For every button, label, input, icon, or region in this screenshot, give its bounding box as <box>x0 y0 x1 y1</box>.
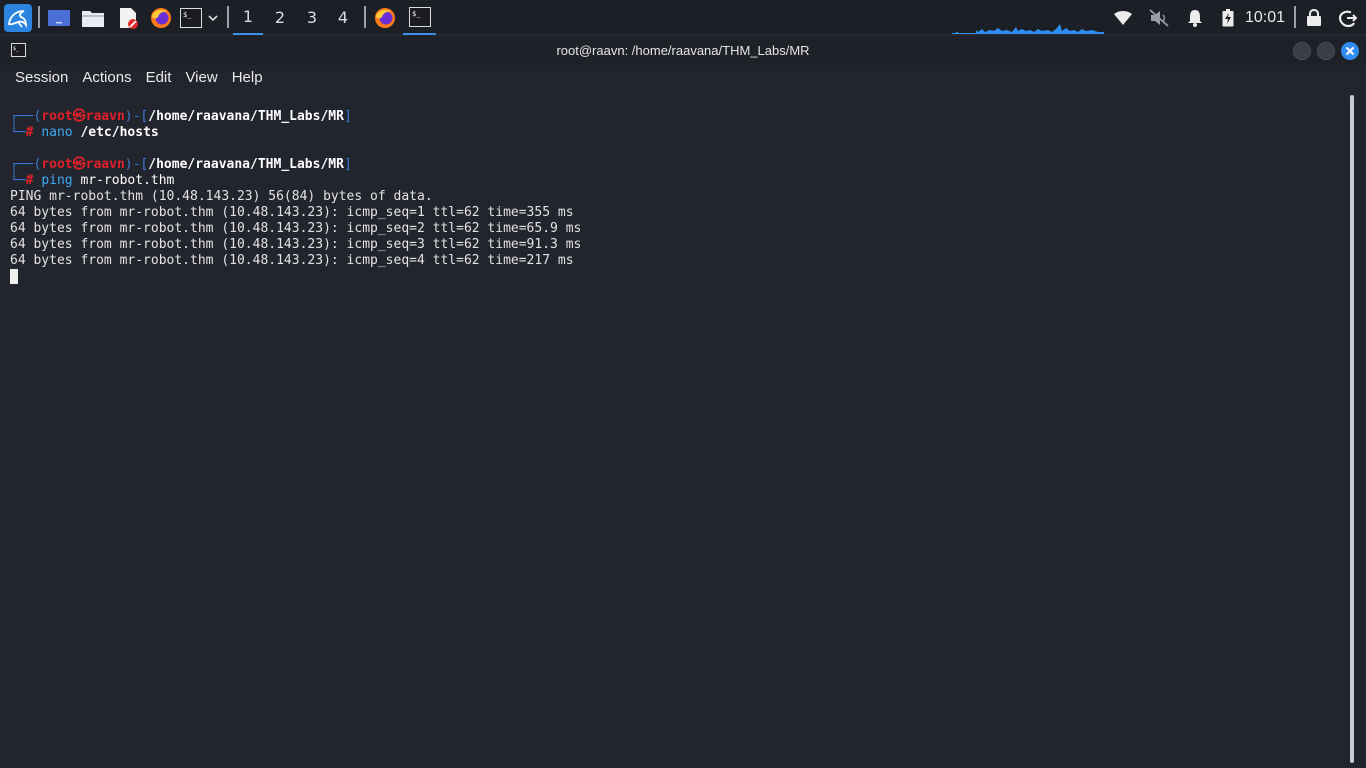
menu-bar: Session Actions Edit View Help <box>0 65 1366 91</box>
show-desktop-button[interactable] <box>46 0 72 35</box>
prompt-hash: # <box>25 173 34 188</box>
prompt-path: /home/raavana/THM_Labs/MR <box>148 109 344 124</box>
close-icon <box>1345 46 1355 56</box>
cursor-line <box>10 269 1346 285</box>
command-name: nano <box>41 125 73 140</box>
scrollbar-thumb[interactable] <box>1350 95 1354 763</box>
notifications-button[interactable] <box>1184 0 1206 35</box>
prompt-frame: )-[ <box>124 109 149 124</box>
workspace-3[interactable]: 3 <box>297 0 327 35</box>
logout-button[interactable] <box>1337 0 1359 35</box>
command-name: ping <box>41 173 73 188</box>
top-panel: $_ 1 2 3 4 $_ 10:01 <box>0 0 1366 35</box>
prompt-host: raavn <box>85 157 125 172</box>
menu-help[interactable]: Help <box>225 66 270 90</box>
firefox-launcher[interactable] <box>148 0 174 35</box>
output-line: 64 bytes from mr-robot.thm (10.48.143.23… <box>10 205 574 220</box>
svg-text:$_: $_ <box>183 11 192 19</box>
task-firefox[interactable] <box>371 0 399 35</box>
prompt-host: raavn <box>85 109 125 124</box>
output-line: 64 bytes from mr-robot.thm (10.48.143.23… <box>10 253 574 268</box>
text-editor-button[interactable] <box>115 0 141 35</box>
prompt-user: root <box>41 157 73 172</box>
command-line: └─# ping mr-robot.thm <box>10 173 1346 189</box>
terminal-output[interactable]: ┌──(root㉿raavn)-[/home/raavana/THM_Labs/… <box>0 91 1346 768</box>
prompt-at: ㉿ <box>72 157 86 172</box>
output-line: 64 bytes from mr-robot.thm (10.48.143.23… <box>10 221 582 236</box>
prompt-frame: ┌──( <box>10 109 42 124</box>
volume-muted-icon <box>1149 8 1169 27</box>
svg-text:$_: $_ <box>412 10 421 18</box>
menu-actions[interactable]: Actions <box>75 66 138 90</box>
output-line: 64 bytes from mr-robot.thm (10.48.143.23… <box>10 237 582 252</box>
minimize-button[interactable] <box>1293 42 1311 60</box>
file-manager-icon <box>82 10 104 27</box>
battery-charging-icon <box>1222 8 1234 26</box>
launcher-dropdown-button[interactable] <box>205 0 221 35</box>
terminal-icon: $_ <box>180 7 202 28</box>
prompt-path: /home/raavana/THM_Labs/MR <box>148 157 344 172</box>
command-arg: mr-robot.thm <box>80 173 175 188</box>
chevron-down-icon <box>208 14 218 21</box>
network-activity-graph <box>952 24 1104 34</box>
prompt-frame: )-[ <box>124 157 149 172</box>
prompt-user: root <box>41 109 73 124</box>
prompt-frame: ] <box>343 109 352 124</box>
task-terminal[interactable]: $_ <box>403 0 436 35</box>
prompt-at: ㉿ <box>72 109 86 124</box>
maximize-button[interactable] <box>1317 42 1335 60</box>
menu-view[interactable]: View <box>178 66 224 90</box>
workspace-2[interactable]: 2 <box>265 0 295 35</box>
menu-session[interactable]: Session <box>8 66 75 90</box>
wifi-icon <box>1114 10 1132 25</box>
menu-edit[interactable]: Edit <box>139 66 179 90</box>
kali-dragon-icon <box>4 3 32 32</box>
battery-indicator[interactable] <box>1219 0 1237 35</box>
prompt-line: ┌──(root㉿raavn)-[/home/raavana/THM_Labs/… <box>10 109 1346 125</box>
firefox-icon <box>375 7 395 28</box>
show-desktop-icon <box>48 9 70 26</box>
prompt-line: ┌──(root㉿raavn)-[/home/raavana/THM_Labs/… <box>10 157 1346 173</box>
output-line: PING mr-robot.thm (10.48.143.23) 56(84) … <box>10 189 433 204</box>
workspace-4[interactable]: 4 <box>328 0 358 35</box>
logout-icon <box>1339 10 1357 27</box>
window-titlebar[interactable]: $_ root@raavn: /home/raavana/THM_Labs/MR <box>0 36 1366 65</box>
terminal-launcher[interactable]: $_ <box>178 0 204 35</box>
prompt-hash: # <box>25 125 34 140</box>
workspace-1[interactable]: 1 <box>233 0 263 35</box>
applications-menu-button[interactable] <box>3 0 33 35</box>
lock-screen-button[interactable] <box>1304 0 1324 35</box>
bell-icon <box>1188 9 1202 27</box>
terminal-icon: $_ <box>408 6 431 27</box>
network-indicator[interactable] <box>1112 0 1134 35</box>
prompt-frame: ] <box>343 157 352 172</box>
command-line: └─# nano /etc/hosts <box>10 125 1346 141</box>
terminal-cursor <box>10 269 18 284</box>
close-button[interactable] <box>1341 42 1359 60</box>
volume-indicator[interactable] <box>1148 0 1170 35</box>
prompt-frame: ┌──( <box>10 157 42 172</box>
clock-text: 10:01 <box>1244 8 1286 26</box>
command-arg: /etc/hosts <box>80 125 159 140</box>
prompt-frame: └─ <box>10 125 26 140</box>
firefox-icon <box>151 7 171 28</box>
window-title: root@raavn: /home/raavana/THM_Labs/MR <box>556 43 810 58</box>
prompt-frame: └─ <box>10 173 26 188</box>
clock[interactable]: 10:01 <box>1244 0 1286 35</box>
text-editor-icon <box>120 7 138 29</box>
file-manager-button[interactable] <box>80 0 106 35</box>
lock-icon <box>1307 9 1321 26</box>
